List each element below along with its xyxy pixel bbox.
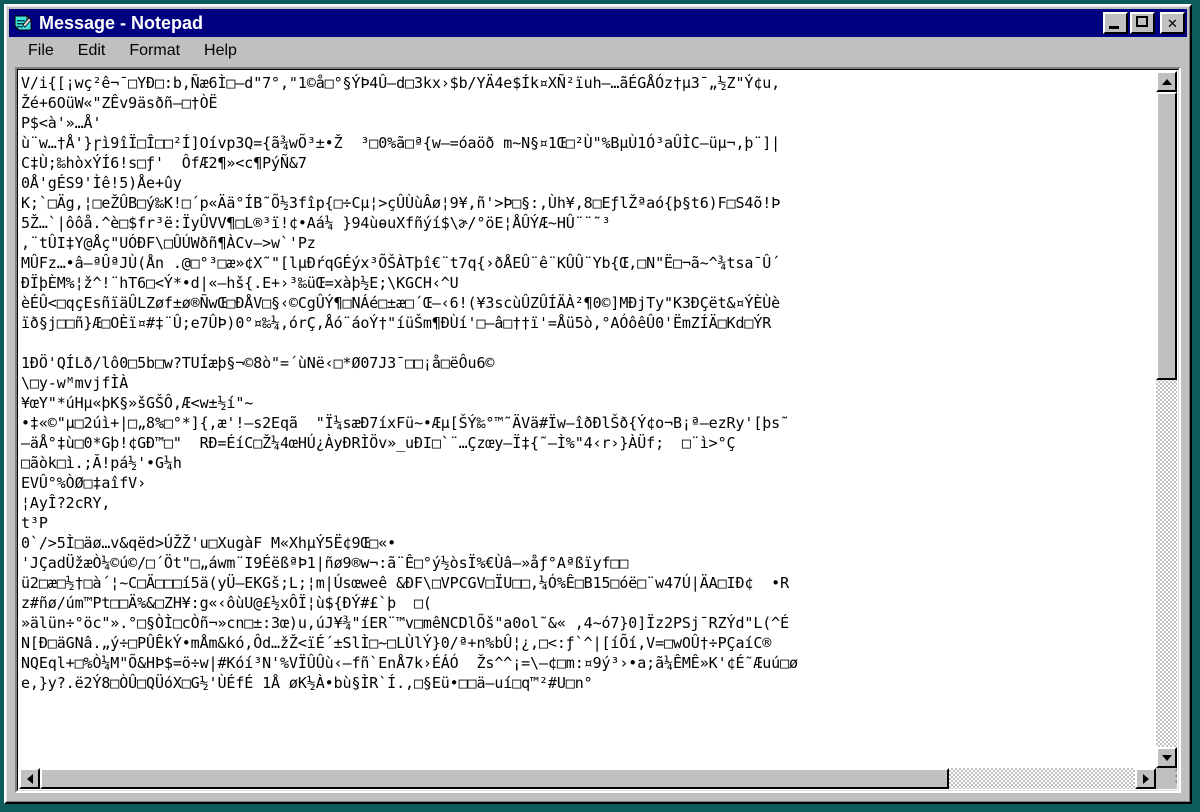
arrow-left-icon — [26, 773, 33, 784]
text-line: ü2□æ□½†□à´¦~C□Ä□□□í5ä(yÜ–EKGš;L;¦m|Úsœwe… — [21, 574, 790, 592]
maximize-icon — [1136, 16, 1148, 27]
horizontal-scrollbar-thumb[interactable] — [40, 768, 949, 789]
horizontal-scrollbar[interactable] — [19, 768, 1156, 789]
text-line: ù¨w…†Å'}ɼì9îÏ□Î□□²Í]Oívp3Q={ã¾wÕ³±•Ž ³□0… — [21, 134, 781, 152]
text-line: N[Ð□äGNâ.„ý÷□PÛÊkÝ•mÅm&kó,Ôd…žŽ<ïÉ´±SlÌ□… — [21, 634, 772, 652]
text-line: K;`□Äg,¦□eŽÛB□ý‰K!□´p«Ää°ÍB˜Õ½3fîp{□÷Cµ¦… — [21, 194, 781, 212]
arrow-down-icon — [1161, 754, 1172, 761]
text-line: \□y-wᴹmvjfÌÀ — [21, 374, 129, 392]
arrow-right-icon — [1142, 773, 1149, 784]
close-icon: ✕ — [1167, 15, 1178, 31]
text-line: EVÛ°%ÒØ□‡aîfV› — [21, 474, 147, 492]
text-line: 'JÇadÜžæÒ¼©ú©/□´Öt"□„áwm¨I9ÉëßªÞ1|ñø9®w¬… — [21, 554, 629, 572]
window-controls: ✕ — [1103, 12, 1185, 34]
text-line: C‡Ù;‰hòxÝÍ6!s□ƒ' ÔfÆ2¶»<c¶PýÑ&7 — [21, 154, 307, 172]
text-line: 1ÐÖ'QÍLð/lô0□5b□w?TUÍæþ§¬©8ò"=´ùNë‹□*Ø07… — [21, 354, 495, 372]
minimize-button[interactable] — [1103, 12, 1128, 34]
text-line: e,}y?.ë2Ý8□ÒÛ□QÜóX□G½'ÙÉfÉ 1Å øK½À•bù§ÌR… — [21, 674, 593, 692]
text-line: ÐÏþÈM%¦ž^!¨hT6□<Ý*•d|«–hš{.E+›³‰üŒ=xàþ½E… — [21, 274, 459, 292]
text-line: P$<à'»…Å' — [21, 114, 102, 132]
minimize-icon — [1109, 26, 1119, 29]
maximize-button[interactable] — [1130, 12, 1155, 34]
menu-bar: File Edit Format Help — [9, 37, 1187, 65]
menu-item-edit[interactable]: Edit — [69, 40, 115, 62]
menu-item-format[interactable]: Format — [120, 40, 189, 62]
text-line: –äÅ°‡ù□0*Gþ!¢GÐ™□" RÐ=ÉíC□Ž¼4œHÚ¿ÀyÐRÌÖv… — [21, 434, 736, 452]
close-button[interactable]: ✕ — [1160, 12, 1185, 34]
scroll-left-button[interactable] — [19, 768, 40, 789]
document-text: V/i{[¡wç²ê¬¯□YÐ□:b,Ñæ6Ì□–d"7°,"1©å□°§ÝÞ4… — [19, 71, 1156, 693]
notepad-window: Message - Notepad ✕ File Edit Format Hel… — [4, 4, 1192, 804]
text-line: 0Å'gÉS9'Ìê!5)Åe+ûy — [21, 174, 182, 192]
text-line: 0`/>5Ì□äø…v&qëd>ÚŽŽ'u□XugàF M«XhµÝ5Ë¢9Œ□… — [21, 534, 397, 552]
text-line: ¥œY"*úHµ«þK§»šGŠÔ‚Æ<w±½í"~ — [21, 394, 254, 412]
text-line: »älün÷°öc"».°□§ÒÌ□cÒñ¬»cn□±:3œ)u,úJ¥¾"íE… — [21, 614, 790, 632]
vertical-scrollbar[interactable] — [1156, 71, 1177, 768]
text-line: V/i{[¡wç²ê¬¯□YÐ□:b,Ñæ6Ì□–d"7°,"1©å□°§ÝÞ4… — [21, 74, 781, 92]
menu-item-file[interactable]: File — [19, 40, 63, 62]
editor-client-area: V/i{[¡wç²ê¬¯□YÐ□:b,Ñæ6Ì□–d"7°,"1©å□°§ÝÞ4… — [15, 67, 1181, 793]
vertical-scrollbar-thumb[interactable] — [1156, 92, 1177, 381]
text-line: Žé+6OüW«"ZÊv9äsðñ–□†ÒË — [21, 94, 218, 112]
text-line: ïð§j□□ñ}Æ□OÈï¤#‡¨Û;e7ÛÞ)0°¤‰¼‚órÇ‚Åó¨áoÝ… — [21, 314, 772, 332]
text-line: t³P — [21, 514, 48, 532]
text-line — [21, 333, 1156, 353]
title-bar[interactable]: Message - Notepad ✕ — [9, 9, 1187, 37]
text-editor[interactable]: V/i{[¡wç²ê¬¯□YÐ□:b,Ñæ6Ì□–d"7°,"1©å□°§ÝÞ4… — [19, 71, 1156, 768]
menu-item-help[interactable]: Help — [195, 40, 246, 62]
window-inner-bevel: Message - Notepad ✕ File Edit Format Hel… — [6, 6, 1190, 802]
text-line: •‡«©"µ□2úì+|□„8%□°*]{‚æ'!–s2Eqã "Ï¼sæÐ7í… — [21, 414, 790, 432]
scroll-right-button[interactable] — [1135, 768, 1156, 789]
editor-inner-bevel: V/i{[¡wç²ê¬¯□YÐ□:b,Ñæ6Ì□–d"7°,"1©å□°§ÝÞ4… — [17, 69, 1179, 791]
text-line: ¦AyÎ?2cRY‚ — [21, 494, 111, 512]
scroll-up-button[interactable] — [1156, 71, 1177, 92]
text-line: □ãòk□ì.;Ă!pá½'•G¼h — [21, 454, 182, 472]
scroll-down-button[interactable] — [1156, 747, 1177, 768]
notepad-icon — [12, 12, 34, 34]
resize-grip[interactable] — [1156, 768, 1177, 789]
arrow-up-icon — [1161, 78, 1172, 85]
text-line: MÛFz…•â–ªÛªJÙ(Ån .@□°³□æ»¢X˜"[lµÐŕqGÉýx³… — [21, 254, 781, 272]
window-title: Message - Notepad — [39, 12, 204, 33]
text-line: ‚¨tÛI‡Y@Åç"UÓÐF\□ÛÚWðñ¶ÀCv–>w`'Pz — [21, 234, 316, 252]
text-line: èÉÛ<□qçEsñïäÛLZøf±ø®ÑwŒ□ÐÅV□§‹©CgÛÝ¶□NÁé… — [21, 294, 781, 312]
text-line: 5Ž…`|ôôå.^è□$fr³ë:ÏyÛVV¶□L®³ï!¢•Aá¼ }94ù… — [21, 214, 611, 232]
text-line: z#ñø/úm™Pt□□Ä%&□ZH¥:g«‹ôùU@£½xÔÏ¦ù${ÐÝ#£… — [21, 594, 432, 612]
text-line: NQEql+□%Ò¼M"Õ&HÞ$=ö÷w|#Kóí³N'%VÏÛÛù‹–fñ`… — [21, 654, 798, 672]
